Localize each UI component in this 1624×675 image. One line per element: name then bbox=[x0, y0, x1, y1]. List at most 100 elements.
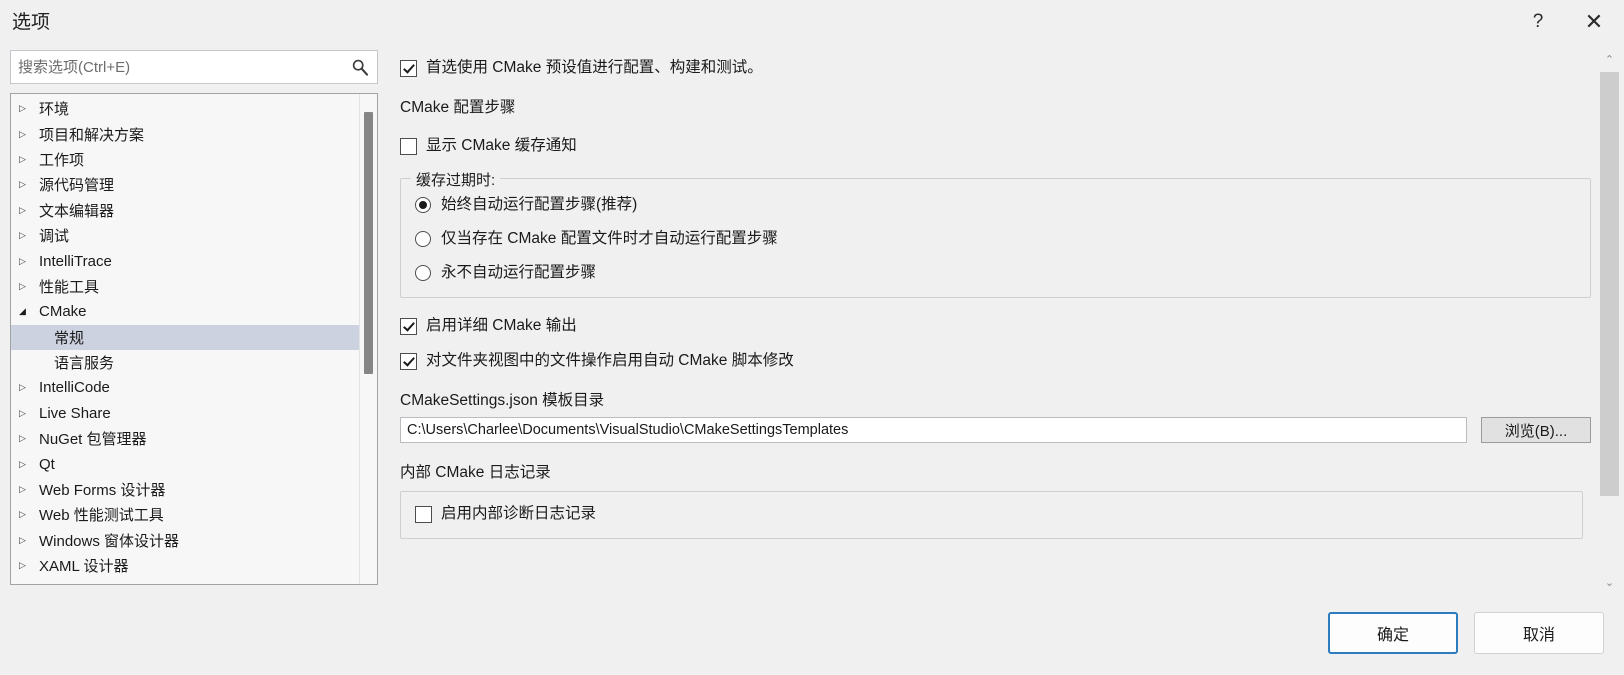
chevron-right-icon[interactable]: ▷ bbox=[19, 383, 35, 392]
tree-item-label: Web 性能测试工具 bbox=[39, 507, 164, 525]
tree-item-15[interactable]: ▷ Web Forms 设计器 bbox=[11, 477, 359, 502]
show-cache-notification-checkbox[interactable] bbox=[400, 138, 417, 155]
radio-never-label: 永不自动运行配置步骤 bbox=[441, 264, 597, 281]
radio-never[interactable] bbox=[415, 265, 431, 281]
scroll-up-icon[interactable]: ⌃ bbox=[1599, 50, 1620, 68]
cache-expired-groupbox: 缓存过期时: 始终自动运行配置步骤(推荐) 仅当存在 CMake 配置文件时才自… bbox=[400, 169, 1591, 298]
verbose-output-row[interactable]: 启用详细 CMake 输出 bbox=[400, 316, 1591, 336]
content-scrollbar-thumb[interactable] bbox=[1600, 72, 1619, 496]
tree-scrollbar-thumb[interactable] bbox=[364, 112, 373, 374]
search-box[interactable] bbox=[10, 50, 378, 84]
tree-item-cmake[interactable]: ◢ CMake bbox=[11, 299, 359, 324]
tree-item-label: 语言服务 bbox=[54, 355, 115, 373]
chevron-right-icon[interactable]: ▷ bbox=[19, 231, 35, 240]
tree-scrollbar[interactable] bbox=[359, 94, 377, 584]
chevron-right-icon[interactable]: ▷ bbox=[19, 205, 35, 215]
tree-item-label: IntelliTrace bbox=[39, 252, 112, 270]
chevron-down-icon[interactable]: ◢ bbox=[19, 307, 35, 316]
radio-when-config-exists-label: 仅当存在 CMake 配置文件时才自动运行配置步骤 bbox=[441, 230, 778, 247]
tree-item-label: 文本编辑器 bbox=[39, 202, 115, 220]
radio-row-when-config-exists[interactable]: 仅当存在 CMake 配置文件时才自动运行配置步骤 bbox=[415, 229, 1576, 249]
internal-diagnostic-checkbox[interactable] bbox=[415, 506, 432, 523]
chevron-right-icon[interactable]: ▷ bbox=[19, 535, 35, 545]
tree-item-label: NuGet 包管理器 bbox=[39, 431, 147, 449]
verbose-output-checkbox[interactable] bbox=[400, 318, 417, 335]
template-dir-label: CMakeSettings.json 模板目录 bbox=[400, 392, 605, 409]
scroll-down-icon[interactable]: ⌄ bbox=[1599, 573, 1620, 591]
tree-item-5[interactable]: ▷ 调试 bbox=[11, 223, 359, 248]
chevron-right-icon[interactable]: ▷ bbox=[19, 485, 35, 494]
tree-item-1[interactable]: ▷ 项目和解决方案 bbox=[11, 121, 359, 146]
dialog-body: ▷ 环境 ▷ 项目和解决方案 ▷ 工作项 ▷ 源代码管理 bbox=[0, 44, 1624, 591]
show-cache-notification-label: 显示 CMake 缓存通知 bbox=[426, 137, 577, 154]
chevron-right-icon[interactable]: ▷ bbox=[19, 281, 35, 291]
tree-item-4[interactable]: ▷ 文本编辑器 bbox=[11, 198, 359, 223]
chevron-right-icon[interactable]: ▷ bbox=[19, 154, 35, 164]
chevron-right-icon[interactable]: ▷ bbox=[19, 256, 35, 266]
auto-script-modification-checkbox[interactable] bbox=[400, 353, 417, 370]
chevron-right-icon[interactable]: ▷ bbox=[19, 434, 35, 443]
chevron-right-icon[interactable]: ▷ bbox=[19, 180, 35, 189]
radio-row-never[interactable]: 永不自动运行配置步骤 bbox=[415, 263, 1576, 283]
verbose-output-label: 启用详细 CMake 输出 bbox=[426, 317, 577, 334]
question-mark-icon: ? bbox=[1532, 11, 1544, 32]
options-sidebar: ▷ 环境 ▷ 项目和解决方案 ▷ 工作项 ▷ 源代码管理 bbox=[10, 44, 378, 591]
radio-always[interactable] bbox=[415, 197, 431, 213]
template-dir-input[interactable] bbox=[400, 417, 1467, 443]
search-icon[interactable] bbox=[351, 58, 369, 76]
chevron-right-icon[interactable]: ▷ bbox=[19, 561, 35, 570]
tree-item-label: 环境 bbox=[39, 101, 70, 119]
chevron-right-icon[interactable]: ▷ bbox=[19, 104, 35, 113]
chevron-right-icon[interactable]: ▷ bbox=[19, 510, 35, 519]
tree-item-18[interactable]: ▷ XAML 设计器 bbox=[11, 553, 359, 578]
ok-button[interactable]: 确定 bbox=[1328, 612, 1458, 654]
help-button[interactable]: ? bbox=[1512, 0, 1564, 44]
prefer-presets-label: 首选使用 CMake 预设值进行配置、构建和测试。 bbox=[426, 59, 763, 76]
tree-item-label: XAML 设计器 bbox=[39, 558, 129, 576]
tree-item-6[interactable]: ▷ IntelliTrace bbox=[11, 248, 359, 273]
tree-item-label: 项目和解决方案 bbox=[39, 126, 145, 144]
chevron-right-icon[interactable]: ▷ bbox=[19, 408, 35, 418]
cancel-button[interactable]: 取消 bbox=[1474, 612, 1604, 654]
content-row: 首选使用 CMake 预设值进行配置、构建和测试。 CMake 配置步骤 显示 … bbox=[400, 50, 1624, 591]
tree-item-label: 常规 bbox=[54, 329, 85, 347]
search-input[interactable] bbox=[11, 51, 377, 83]
tree-item-11[interactable]: ▷ IntelliCode bbox=[11, 375, 359, 400]
tree-item-label: IntelliCode bbox=[39, 379, 110, 397]
radio-always-label: 始终自动运行配置步骤(推荐) bbox=[441, 196, 638, 213]
radio-row-always[interactable]: 始终自动运行配置步骤(推荐) bbox=[415, 195, 1576, 215]
tree-item-12[interactable]: ▷ Live Share bbox=[11, 401, 359, 426]
content-scrollbar[interactable]: ⌃ ⌄ bbox=[1599, 50, 1620, 591]
tree-item-label: Windows 窗体设计器 bbox=[39, 532, 180, 550]
internal-logging-heading: 内部 CMake 日志记录 bbox=[400, 464, 551, 481]
prefer-presets-row[interactable]: 首选使用 CMake 预设值进行配置、构建和测试。 bbox=[400, 58, 1591, 78]
tree-item-3[interactable]: ▷ 源代码管理 bbox=[11, 172, 359, 197]
close-icon: ✕ bbox=[1584, 9, 1604, 34]
tree-item-14[interactable]: ▷ Qt bbox=[11, 451, 359, 476]
close-button[interactable]: ✕ bbox=[1564, 0, 1624, 44]
cache-expired-group-title: 缓存过期时: bbox=[411, 169, 501, 190]
tree-item-13[interactable]: ▷ NuGet 包管理器 bbox=[11, 426, 359, 451]
tree-item-0[interactable]: ▷ 环境 bbox=[11, 96, 359, 121]
internal-diagnostic-row[interactable]: 启用内部诊断日志记录 bbox=[415, 504, 1568, 524]
tree-item-general[interactable]: 常规 bbox=[11, 324, 359, 350]
radio-when-config-exists[interactable] bbox=[415, 231, 431, 247]
show-cache-notification-row[interactable]: 显示 CMake 缓存通知 bbox=[400, 136, 1591, 156]
tree-item-language-services[interactable]: 语言服务 bbox=[11, 350, 359, 375]
tree-item-label: 工作项 bbox=[39, 151, 85, 169]
auto-script-modification-label: 对文件夹视图中的文件操作启用自动 CMake 脚本修改 bbox=[426, 352, 794, 369]
prefer-presets-checkbox[interactable] bbox=[400, 60, 417, 77]
options-dialog: 选项 ? ✕ 搜索选项(Ctrl+E) ▷ 环境 ▷ 项目和解决方案 ▷ 工作项… bbox=[0, 0, 1624, 675]
tree-item-16[interactable]: ▷ Web 性能测试工具 bbox=[11, 502, 359, 527]
chevron-right-icon[interactable]: ▷ bbox=[19, 459, 35, 469]
options-tree[interactable]: ▷ 环境 ▷ 项目和解决方案 ▷ 工作项 ▷ 源代码管理 ▷ 文本编辑器 ▷ 调… bbox=[11, 94, 359, 584]
tree-item-7[interactable]: ▷ 性能工具 bbox=[11, 274, 359, 299]
tree-item-2[interactable]: ▷ 工作项 bbox=[11, 147, 359, 172]
tree-item-label: 性能工具 bbox=[39, 278, 100, 296]
browse-button[interactable]: 浏览(B)... bbox=[1481, 417, 1591, 443]
auto-script-modification-row[interactable]: 对文件夹视图中的文件操作启用自动 CMake 脚本修改 bbox=[400, 351, 1591, 371]
title-bar-buttons: ? ✕ bbox=[1512, 0, 1624, 44]
dialog-footer: 确定 取消 bbox=[0, 591, 1624, 675]
tree-item-17[interactable]: ▷ Windows 窗体设计器 bbox=[11, 528, 359, 553]
chevron-right-icon[interactable]: ▷ bbox=[19, 129, 35, 139]
